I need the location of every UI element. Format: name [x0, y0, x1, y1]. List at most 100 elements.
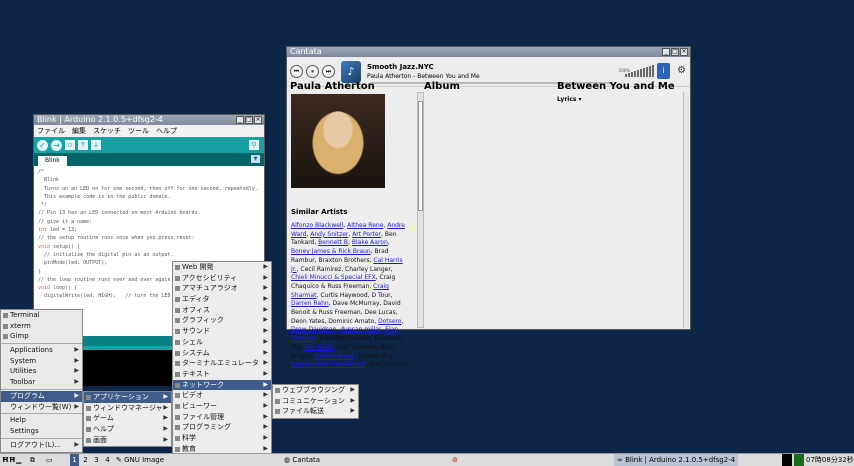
- menu-item-applications-jp[interactable]: アプリケーション ▶: [84, 392, 171, 403]
- menu-item-web-browsing[interactable]: ウェブブラウジング ▶: [273, 385, 358, 396]
- folder-icon: [86, 405, 91, 411]
- arduino-titlebar[interactable]: Blink | Arduino 2.1.0.5+dfsg2-4 _ □ ×: [34, 115, 264, 125]
- tab-menu-icon[interactable]: ▼: [251, 155, 260, 163]
- submenu-arrow-icon: ▶: [350, 386, 355, 393]
- similar-artists-list: Alfonzo Blackwell, Althea Rene, Andre Wa…: [291, 222, 409, 369]
- folder-icon: [175, 371, 180, 377]
- menu-item-category[interactable]: ビデオ ▶: [173, 390, 271, 401]
- code-line: */: [38, 202, 48, 209]
- folder-icon: [175, 329, 180, 335]
- arduino-toolbar: ✓ → ▫ ↑ ↓ ⚲: [34, 137, 264, 153]
- workspace-1[interactable]: 1: [70, 454, 79, 466]
- task-cantata[interactable]: ◍ Cantata: [284, 454, 320, 466]
- menu-logo-icon[interactable]: ĦĦ: [2, 454, 16, 466]
- menu-tools[interactable]: ツール: [128, 125, 149, 137]
- folder-icon: [275, 409, 280, 415]
- menu-file[interactable]: ファイル: [37, 125, 65, 137]
- code-line: void setup() {: [38, 243, 81, 250]
- workspace-4[interactable]: 4: [103, 454, 112, 466]
- maximize-icon[interactable]: □: [245, 116, 253, 124]
- minimize-icon[interactable]: _: [662, 48, 670, 56]
- menu-edit[interactable]: 編集: [72, 125, 86, 137]
- code-line: // initialize the digital pin as an outp…: [38, 251, 174, 258]
- task-gnu-image[interactable]: ✎ GNU Image: [116, 454, 164, 466]
- code-line: // Pin 13 has an LED connected on most A…: [38, 210, 201, 217]
- menu-item-category[interactable]: システム ▶: [173, 348, 271, 359]
- minimize-icon[interactable]: _: [236, 116, 244, 124]
- menu-item-toolbar[interactable]: Toolbar ▶: [1, 377, 82, 388]
- folder-icon: [175, 436, 180, 441]
- menu-item-category[interactable]: 科学 ▶: [173, 433, 271, 444]
- maximize-icon[interactable]: □: [671, 48, 679, 56]
- upload-icon[interactable]: →: [51, 139, 62, 151]
- submenu-arrow-icon: ▶: [350, 407, 355, 415]
- menu-item-system[interactable]: System ▶: [1, 356, 82, 367]
- previous-icon[interactable]: ⏮: [290, 65, 303, 78]
- cantata-window[interactable]: Cantata _ □ × ⏮ ⏸ ⏭ ♪ Smooth Jazz.NYC Paul…: [286, 46, 691, 368]
- serial-monitor-icon[interactable]: ⚲: [249, 140, 259, 150]
- lyrics-dropdown[interactable]: Lyrics ▾: [557, 96, 582, 103]
- menu-help[interactable]: ヘルプ: [156, 125, 177, 137]
- task-arduino[interactable]: ∞ Blink | Arduino 2.1.0.5+dfsg2-4: [614, 454, 739, 466]
- menu-item-programs[interactable]: プログラム ▶: [1, 390, 82, 402]
- menu-item-category[interactable]: Web 開発 ▶: [173, 262, 271, 273]
- cantata-titlebar[interactable]: Cantata _ □ ×: [287, 47, 690, 57]
- code-line: This example code is in the public domai…: [38, 193, 171, 200]
- new-icon[interactable]: ▫: [65, 140, 75, 150]
- workspace-2[interactable]: 2: [81, 454, 90, 466]
- submenu-arrow-icon: ▶: [263, 412, 268, 420]
- menu-item-category[interactable]: プログラミング ▶: [173, 422, 271, 433]
- menu-item-utilities[interactable]: Utilities ▶: [1, 366, 82, 377]
- volume-slider[interactable]: [625, 65, 654, 77]
- menu-item-xterm[interactable]: xterm: [1, 321, 82, 332]
- tab-blink[interactable]: Blink: [38, 156, 67, 166]
- menu-item-screen[interactable]: 画面 ▶: [84, 435, 171, 446]
- menu-item-window-list[interactable]: ウィンドウ一覧(W) ▶: [1, 402, 82, 413]
- menu-item-category[interactable]: ファイル管理 ▶: [173, 412, 271, 423]
- menu-item-category[interactable]: シェル ▶: [173, 337, 271, 348]
- menu-item-category[interactable]: サウンド ▶: [173, 326, 271, 337]
- menu-item-category[interactable]: エディタ ▶: [173, 294, 271, 305]
- scrollbar-thumb[interactable]: [418, 101, 423, 211]
- show-desktop-icon[interactable]: ▁: [16, 454, 21, 466]
- submenu-arrow-icon: ▶: [263, 380, 268, 388]
- submenu-arrow-icon: ▶: [263, 273, 268, 281]
- menu-item-logout[interactable]: ログアウト(L)... ▶: [1, 440, 82, 451]
- menu-item-window-manager[interactable]: ウィンドウマネージャ ▶: [84, 403, 171, 414]
- menu-item-settings[interactable]: Settings: [1, 426, 82, 437]
- menu-item-category[interactable]: ネットワーク ▶: [173, 379, 271, 391]
- pause-icon[interactable]: ⏸: [306, 65, 319, 78]
- windows-icon[interactable]: ⧉: [30, 454, 35, 466]
- cover-art-icon: ♪: [341, 60, 361, 83]
- menu-item-applications[interactable]: Applications ▶: [1, 345, 82, 356]
- close-icon[interactable]: ×: [680, 48, 688, 56]
- menu-sketch[interactable]: スケッチ: [93, 125, 121, 137]
- verify-icon[interactable]: ✓: [37, 139, 48, 151]
- menu-item-communication[interactable]: コミュニケーション ▶: [273, 396, 358, 407]
- workspace-3[interactable]: 3: [92, 454, 101, 466]
- close-icon[interactable]: ×: [254, 116, 262, 124]
- menu-item-terminal[interactable]: Terminal: [1, 310, 82, 321]
- menu-item-games[interactable]: ゲーム ▶: [84, 413, 171, 424]
- menu-item-help-jp[interactable]: ヘルプ ▶: [84, 424, 171, 435]
- terminal-icon[interactable]: ▭: [46, 454, 53, 466]
- menu-item-category[interactable]: アマチュアラジオ ▶: [173, 283, 271, 294]
- lyrics-scrollbar[interactable]: [683, 92, 689, 328]
- menu-item-category[interactable]: ビューワー ▶: [173, 401, 271, 412]
- next-icon[interactable]: ⏭: [322, 65, 335, 78]
- save-icon[interactable]: ↓: [91, 140, 101, 150]
- info-icon[interactable]: i: [657, 63, 670, 79]
- menu-item-category[interactable]: グラフィック ▶: [173, 315, 271, 326]
- submenu-arrow-icon: ▶: [74, 391, 79, 399]
- menu-item-category[interactable]: テキスト ▶: [173, 369, 271, 380]
- menu-item-category[interactable]: オフィス ▶: [173, 305, 271, 316]
- menu-item-help[interactable]: Help: [1, 415, 82, 426]
- menu-item-category[interactable]: アクセシビリティ ▶: [173, 273, 271, 284]
- menu-item-category[interactable]: ターミナルエミュレータ ▶: [173, 358, 271, 369]
- applications-submenu: Web 開発 ▶ アクセシビリティ ▶ アマチュアラジオ ▶ エディタ ▶ オフィス ▶ グラフィッ…: [172, 261, 272, 454]
- gear-icon[interactable]: ⚙: [677, 65, 686, 76]
- artist-scrollbar[interactable]: [417, 92, 424, 328]
- open-icon[interactable]: ↑: [78, 140, 88, 150]
- menu-item-file-transfer[interactable]: ファイル転送 ▶: [273, 406, 358, 417]
- menu-item-gimp[interactable]: Gimp: [1, 331, 82, 342]
